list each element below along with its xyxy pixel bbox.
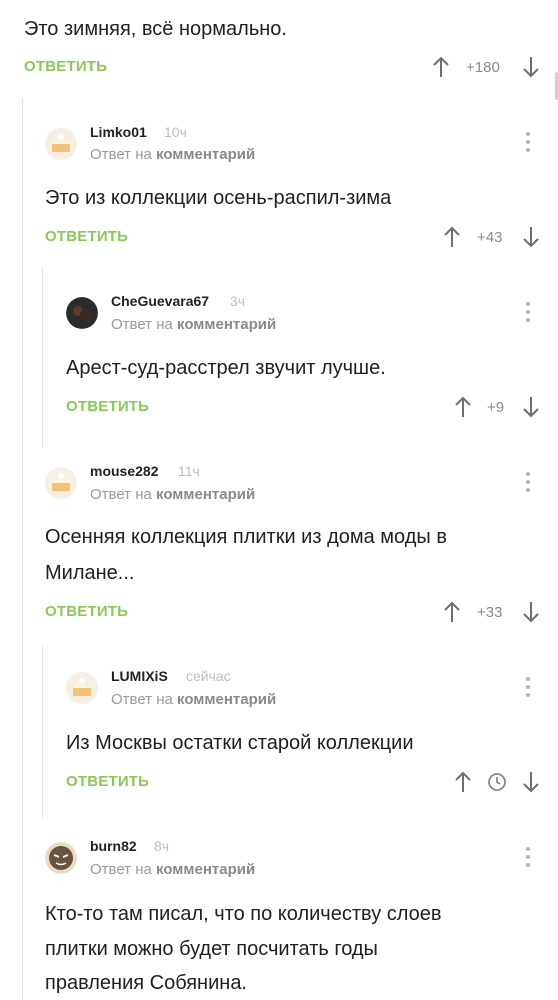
rating-count: +43 [477,229,503,246]
downvote-arrow-icon[interactable] [521,55,541,84]
rating-count: +33 [477,604,503,621]
avatar[interactable] [45,842,77,874]
reply-to-prefix: Ответ на [111,691,173,708]
more-vertical-icon[interactable] [525,847,531,869]
thread-line [22,98,23,1000]
reply-button[interactable]: ОТВЕТИТЬ [45,603,128,620]
cake-avatar-icon [45,467,77,499]
username[interactable]: burn82 [90,838,137,854]
reply-to-link[interactable]: комментарий [177,316,276,333]
reply-to-line: Ответ на комментарий [111,691,276,708]
downvote-arrow-icon[interactable] [521,770,541,799]
username[interactable]: LUMIXiS [111,668,168,684]
comment-text: Из Москвы остатки старой коллекции [66,732,414,754]
upvote-arrow-icon[interactable] [431,55,451,84]
username[interactable]: mouse282 [90,463,158,479]
upvote-arrow-icon[interactable] [442,225,462,254]
reply-to-link[interactable]: комментарий [156,146,255,163]
more-vertical-icon[interactable] [525,302,531,324]
comment-text: правления Собянина. [45,972,247,994]
reply-button[interactable]: ОТВЕТИТЬ [24,58,107,75]
comment-text: Арест-суд-расстрел звучит лучше. [66,357,386,379]
reply-to-prefix: Ответ на [90,146,152,163]
rating-count: +9 [487,399,505,416]
comment-text: Кто-то там писал, что по количеству слое… [45,903,442,925]
reply-to-prefix: Ответ на [111,316,173,333]
comment-text: Это из коллекции осень-распил-зима [45,187,392,209]
more-vertical-icon[interactable] [525,132,531,154]
avatar[interactable] [66,297,98,329]
reply-to-prefix: Ответ на [90,486,152,503]
reply-to-link[interactable]: комментарий [177,691,276,708]
downvote-arrow-icon[interactable] [521,395,541,424]
timestamp: 11ч [178,463,200,479]
more-vertical-icon[interactable] [525,472,531,494]
username[interactable]: Limko01 [90,124,147,140]
upvote-arrow-icon[interactable] [442,600,462,629]
comment-text: Осенняя коллекция плитки из дома моды в [45,526,447,548]
comment-text: Это зимняя, всё нормально. [24,18,287,40]
comment-text: Милане... [45,562,135,584]
timestamp: сейчас [186,668,231,684]
avatar[interactable] [66,672,98,704]
downvote-arrow-icon[interactable] [521,225,541,254]
timestamp: 8ч [154,838,170,854]
reply-to-line: Ответ на комментарий [90,861,255,878]
avatar[interactable] [45,467,77,499]
timestamp: 3ч [230,293,246,309]
cake-avatar-icon [66,672,98,704]
reply-to-line: Ответ на комментарий [111,316,276,333]
reply-button[interactable]: ОТВЕТИТЬ [66,773,149,790]
reply-button[interactable]: ОТВЕТИТЬ [45,228,128,245]
upvote-arrow-icon[interactable] [453,395,473,424]
reply-to-link[interactable]: комментарий [156,486,255,503]
reply-button[interactable]: ОТВЕТИТЬ [66,398,149,415]
upvote-arrow-icon[interactable] [453,770,473,799]
thread-line [42,268,43,448]
username[interactable]: CheGuevara67 [111,293,209,309]
clock-icon [486,771,508,798]
thread-line [42,646,43,818]
downvote-arrow-icon[interactable] [521,600,541,629]
reply-to-link[interactable]: комментарий [156,861,255,878]
cake-avatar-icon [45,128,77,160]
rating-count: +180 [466,59,500,76]
reply-to-prefix: Ответ на [90,861,152,878]
timestamp: 10ч [164,124,187,140]
more-vertical-icon[interactable] [525,677,531,699]
comment-text: плитки можно будет посчитать годы [45,938,378,960]
reply-to-line: Ответ на комментарий [90,486,255,503]
avatar[interactable] [45,128,77,160]
reply-to-line: Ответ на комментарий [90,146,255,163]
